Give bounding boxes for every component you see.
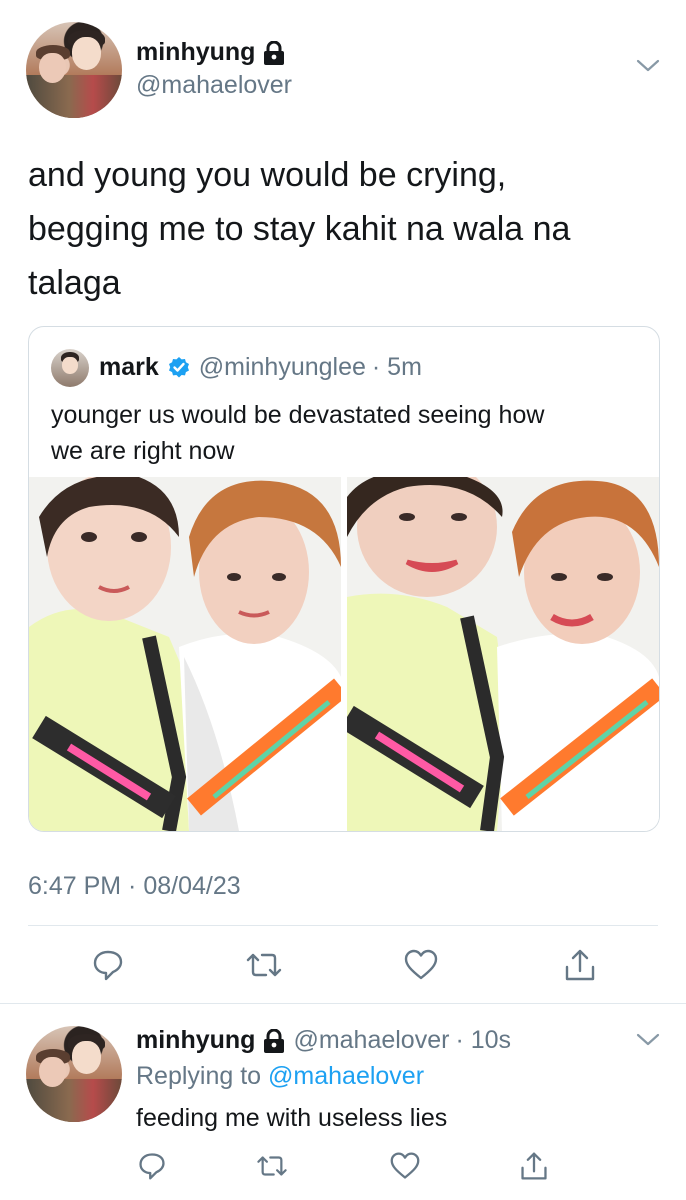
reply-icon: [139, 1153, 165, 1180]
quote-photo-1[interactable]: [29, 477, 341, 831]
like-icon: [404, 949, 438, 980]
lock-icon: [263, 40, 285, 65]
tweet-author[interactable]: minhyung: [136, 38, 285, 67]
avatar-face: [62, 357, 78, 375]
quote-text: younger us would be devastated seeing ho…: [51, 397, 544, 469]
quote-text-line: younger us would be devastated seeing ho…: [51, 401, 545, 429]
chevron-down-icon[interactable]: [636, 1032, 660, 1048]
author-name[interactable]: minhyung: [136, 38, 255, 67]
quote-text-line: we are right now: [51, 437, 235, 465]
quoted-tweet[interactable]: mark @minhyunglee · 5m younger us would …: [28, 326, 660, 832]
tweet-timestamp[interactable]: 6:47 PM · 08/04/23: [28, 872, 241, 901]
like-button[interactable]: [401, 945, 441, 985]
quote-photo-2[interactable]: [347, 477, 659, 831]
avatar-shirt: [26, 1078, 122, 1122]
divider: [28, 925, 658, 926]
reply-author-handle[interactable]: @mahaelover: [293, 1026, 449, 1055]
reply-header: minhyung @mahaelover · 10s: [136, 1026, 511, 1055]
chevron-down-icon[interactable]: [636, 58, 660, 74]
quote-avatar[interactable]: [51, 349, 89, 387]
quote-author-handle[interactable]: @minhyunglee: [199, 353, 366, 382]
share-button[interactable]: [560, 945, 600, 985]
replying-to: Replying to @mahaelover: [136, 1062, 424, 1091]
share-icon: [565, 949, 595, 981]
quote-time: · 5m: [371, 353, 422, 381]
avatar-shirt: [26, 74, 122, 118]
reply-reply-button[interactable]: [132, 1146, 172, 1186]
reply-text: feeding me with useless lies: [136, 1104, 448, 1132]
lock-icon: [263, 1028, 285, 1053]
author-handle[interactable]: @mahaelover: [136, 71, 292, 100]
quote-header: mark @minhyunglee · 5m: [99, 353, 422, 382]
tweet-text-line: and young you would be crying,: [28, 156, 507, 194]
avatar-face: [72, 37, 101, 70]
share-icon: [521, 1152, 547, 1180]
like-icon: [390, 1152, 420, 1179]
reply-avatar[interactable]: [26, 1026, 122, 1122]
replying-to-handle[interactable]: @mahaelover: [268, 1062, 424, 1090]
reply-icon: [93, 950, 123, 981]
avatar-face: [72, 1041, 101, 1074]
reply-share-button[interactable]: [514, 1146, 554, 1186]
reply-author-name[interactable]: minhyung: [136, 1026, 255, 1055]
replying-to-label: Replying to: [136, 1062, 262, 1090]
tweet-text: and young you would be crying, begging m…: [28, 148, 570, 310]
tweet-text-line: begging me to stay kahit na wala na: [28, 210, 571, 248]
reply-time: · 10s: [455, 1026, 512, 1054]
verified-badge-icon: [167, 356, 191, 380]
reply-button[interactable]: [88, 945, 128, 985]
retweet-button[interactable]: [244, 945, 284, 985]
retweet-icon: [257, 1156, 287, 1176]
divider: [0, 1003, 686, 1004]
reply-like-button[interactable]: [385, 1146, 425, 1186]
retweet-icon: [246, 953, 282, 977]
tweet-text-line: talaga: [28, 264, 121, 302]
quote-author-name[interactable]: mark: [99, 353, 159, 382]
reply-retweet-button[interactable]: [252, 1146, 292, 1186]
avatar-main[interactable]: [26, 22, 122, 118]
